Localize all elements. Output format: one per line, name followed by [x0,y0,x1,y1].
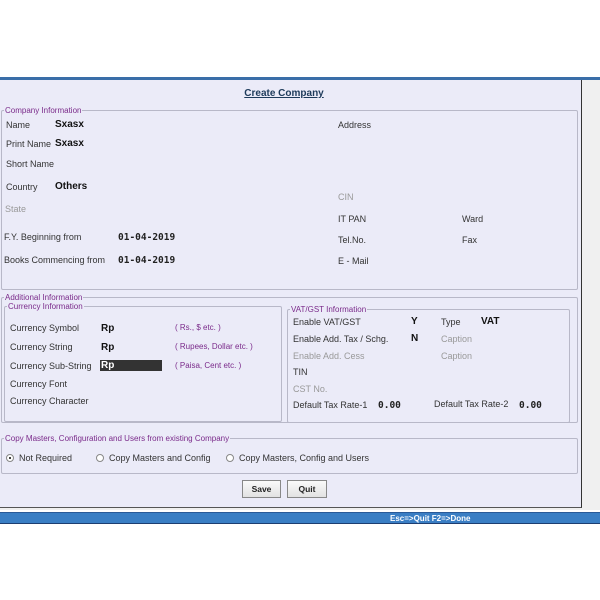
add-cess-label: Enable Add. Cess [293,351,365,361]
books-label: Books Commencing from [4,255,106,265]
currency-string-field[interactable]: Rp [101,342,114,353]
radio-copy-masters-config[interactable]: Copy Masters and Config [96,453,211,463]
radio-label: Not Required [19,453,73,463]
radio-copy-masters-config-users[interactable]: Copy Masters, Config and Users [226,453,369,463]
radio-icon [226,454,234,462]
type-label: Type [441,317,461,327]
quit-button[interactable]: Quit [287,480,327,498]
fy-field[interactable]: 01-04-2019 [118,232,175,243]
create-company-window: Create Company Company Information Name … [0,77,600,510]
ward-label: Ward [462,214,484,224]
tax-rate-2-label: Default Tax Rate-2 [434,399,509,409]
currency-substring-field[interactable]: Rp [100,360,162,371]
save-button[interactable]: Save [242,480,281,498]
radio-selected-icon [6,454,14,462]
name-field[interactable]: Sxasx [55,119,84,130]
tin-label: TIN [293,367,308,377]
group-legend: Additional Information [5,293,83,302]
books-field[interactable]: 01-04-2019 [118,255,175,266]
currency-string-hint: ( Rupees, Dollar etc. ) [175,342,253,351]
group-legend: Company Information [5,106,82,115]
currency-string-label: Currency String [10,342,73,352]
group-legend: Copy Masters, Configuration and Users fr… [5,434,230,443]
add-tax-label: Enable Add. Tax / Schg. [293,334,389,344]
currency-symbol-label: Currency Symbol [10,323,80,333]
state-label: State [5,204,27,214]
add-tax-field[interactable]: N [411,333,418,344]
tax-rate-2-field[interactable]: 0.00 [519,400,542,411]
name-label: Name [6,120,31,130]
currency-symbol-field[interactable]: Rp [101,323,114,334]
form-panel: Create Company Company Information Name … [0,80,582,508]
currency-font-label: Currency Font [10,379,68,389]
country-field[interactable]: Others [55,181,87,192]
tel-label: Tel.No. [338,235,367,245]
radio-icon [96,454,104,462]
short-name-label: Short Name [6,159,55,169]
type-field[interactable]: VAT [481,316,500,327]
group-legend: VAT/GST Information [291,305,367,314]
caption-label-2: Caption [441,351,473,361]
fax-label: Fax [462,235,478,245]
address-label: Address [338,120,372,130]
print-name-label: Print Name [6,139,52,149]
group-legend: Currency Information [8,302,83,311]
currency-symbol-hint: ( Rs., $ etc. ) [175,323,221,332]
caption-label-1: Caption [441,334,473,344]
status-bar: Esc=>Quit F2=>Done [0,512,600,524]
enable-vat-field[interactable]: Y [411,316,418,327]
enable-vat-label: Enable VAT/GST [293,317,361,327]
tax-rate-1-label: Default Tax Rate-1 [293,400,368,410]
country-label: Country [6,182,38,192]
radio-not-required[interactable]: Not Required [6,453,72,463]
fy-label: F.Y. Beginning from [4,232,82,242]
cin-label: CIN [338,192,354,202]
currency-character-label: Currency Character [10,396,89,406]
tax-rate-1-field[interactable]: 0.00 [378,400,401,411]
radio-label: Copy Masters and Config [109,453,211,463]
itpan-label: IT PAN [338,214,367,224]
currency-substring-label: Currency Sub-String [10,361,92,371]
email-label: E - Mail [338,256,369,266]
currency-substring-hint: ( Paisa, Cent etc. ) [175,361,242,370]
shortcut-hints: Esc=>Quit F2=>Done [390,514,471,523]
page-title: Create Company [244,88,324,99]
cst-label: CST No. [293,384,328,394]
print-name-field[interactable]: Sxasx [55,138,84,149]
radio-label: Copy Masters, Config and Users [239,453,370,463]
